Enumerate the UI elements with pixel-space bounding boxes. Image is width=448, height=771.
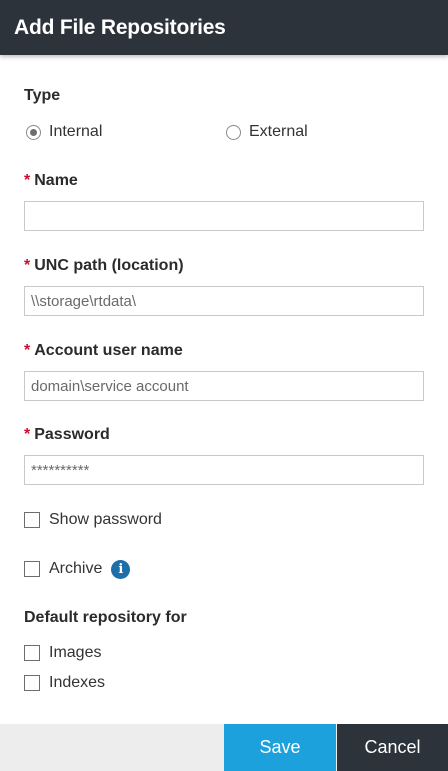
password-label-text: Password: [34, 426, 110, 443]
radio-external[interactable]: External: [226, 122, 308, 142]
account-user-input[interactable]: [24, 371, 424, 401]
archive-checkbox[interactable]: [24, 561, 40, 577]
indexes-label: Indexes: [49, 674, 106, 691]
show-password-label: Show password: [49, 511, 162, 528]
radio-internal-button[interactable]: [26, 124, 41, 140]
default-repo-label: Default repository for: [24, 609, 187, 626]
radio-external-label: External: [249, 123, 308, 140]
dialog-footer: Save Cancel: [0, 724, 448, 771]
required-marker: *: [24, 172, 31, 189]
unc-path-label: * UNC path (location): [24, 257, 184, 275]
archive-option[interactable]: Archive i: [24, 558, 131, 580]
required-marker: *: [24, 257, 31, 274]
password-label: * Password: [24, 426, 110, 444]
default-indexes-option[interactable]: Indexes: [24, 672, 105, 694]
type-label: Type: [24, 87, 61, 104]
name-label-text: Name: [34, 172, 78, 189]
default-images-option[interactable]: Images: [24, 642, 101, 664]
indexes-checkbox[interactable]: [24, 675, 40, 691]
required-marker: *: [24, 342, 31, 359]
dialog-header: Add File Repositories: [0, 0, 448, 55]
account-user-label: * Account user name: [24, 342, 183, 360]
password-input[interactable]: [24, 455, 424, 485]
dialog-title: Add File Repositories: [14, 16, 226, 39]
radio-external-button[interactable]: [226, 124, 241, 140]
required-marker: *: [24, 426, 31, 443]
save-button[interactable]: Save: [224, 724, 336, 771]
radio-internal-label: Internal: [49, 123, 103, 140]
unc-path-input[interactable]: [24, 286, 424, 316]
show-password-option[interactable]: Show password: [24, 509, 162, 531]
account-user-label-text: Account user name: [34, 342, 183, 359]
name-input[interactable]: [24, 201, 424, 231]
archive-label: Archive: [49, 560, 103, 577]
images-checkbox[interactable]: [24, 645, 40, 661]
radio-internal[interactable]: Internal: [26, 122, 102, 142]
name-label: * Name: [24, 172, 78, 190]
cancel-button[interactable]: Cancel: [337, 724, 448, 771]
show-password-checkbox[interactable]: [24, 512, 40, 528]
unc-path-label-text: UNC path (location): [34, 257, 184, 274]
info-icon[interactable]: i: [111, 559, 131, 579]
images-label: Images: [49, 644, 102, 661]
